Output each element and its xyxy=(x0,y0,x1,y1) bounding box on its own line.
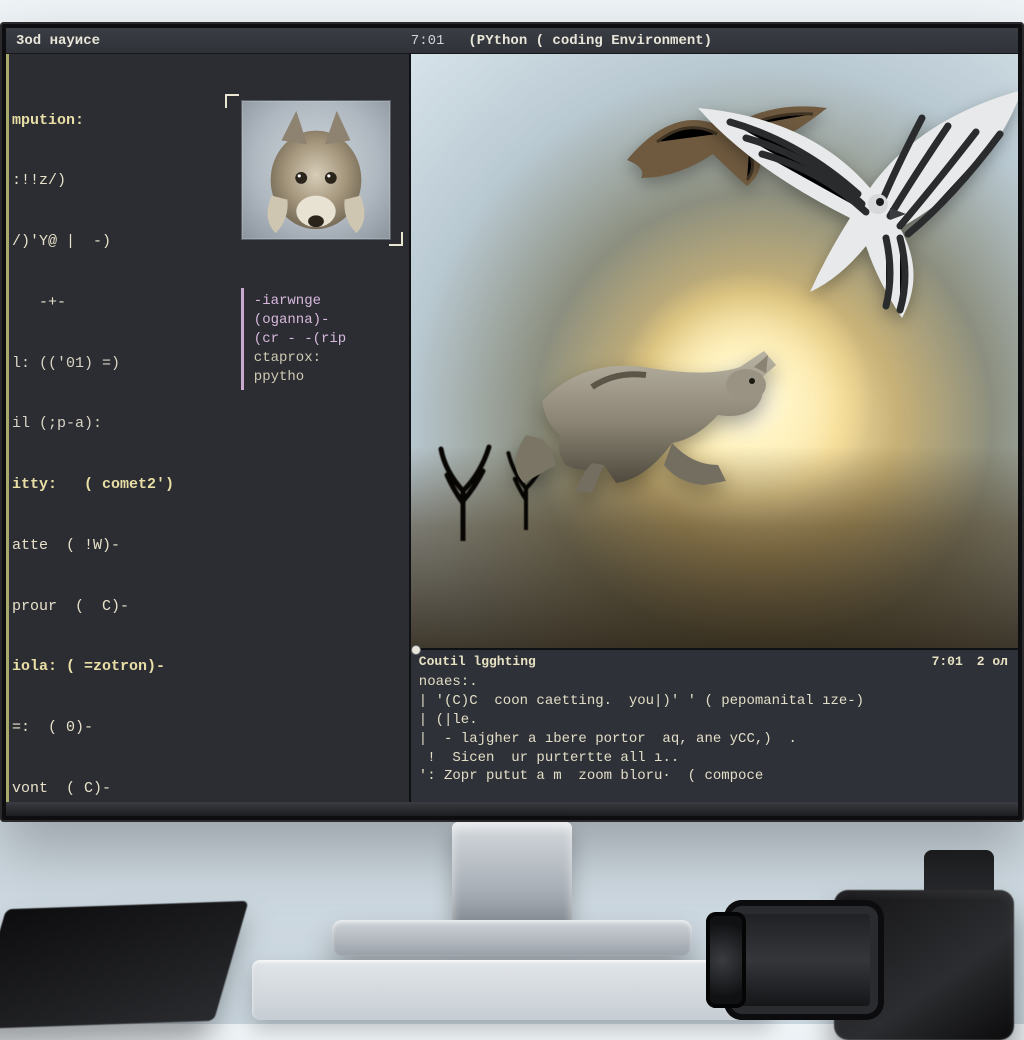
code-line: prour ( C)- xyxy=(12,597,397,617)
console-line: | - lajgher a ıbere portor aq, ane yCC,)… xyxy=(419,730,1008,749)
console-time-2: 2 oл xyxy=(977,654,1008,669)
camera-prop xyxy=(754,820,1024,1040)
wolf-running-icon xyxy=(496,315,796,505)
split-panes: mpution: :!!z/) /)'Y@ | -) -+- l: (('01)… xyxy=(6,54,1018,816)
thumb-bracket-icon xyxy=(389,232,403,246)
annotation-line: (oganna)- xyxy=(254,311,385,330)
console-line: noaes:. xyxy=(419,673,1008,692)
monitor-stand-neck xyxy=(452,822,572,932)
console-line: ! Sicen ur purtertte all ı.. xyxy=(419,749,1008,768)
code-line: atte ( !W)- xyxy=(12,536,397,556)
annotation-line: ppytho xyxy=(254,368,385,387)
console-line: ': Zopr putut a m zoom bloru· ( compoce xyxy=(419,767,1008,786)
console-line: | (|le. xyxy=(419,711,1008,730)
monitor-bezel: 3od науисе 7:01 (PYthon ( сoding Environ… xyxy=(0,22,1024,822)
wolf-thumbnail[interactable] xyxy=(241,100,391,240)
code-line: =: ( 0)- xyxy=(12,718,397,738)
console-line: | '(C)C coon caetting. you|)' ' ( pepoma… xyxy=(419,692,1008,711)
annotation-block: -iarwnge (oganna)- (cr - -(rip ctaprox: … xyxy=(241,288,391,390)
bezel-bottom xyxy=(6,802,1018,816)
console-title: Coutil lgghting xyxy=(419,654,536,669)
annotation-line: ctaprox: xyxy=(254,349,385,368)
titlebar-left-label: 3od науисе xyxy=(6,33,411,49)
console-time-1: 7:01 xyxy=(932,654,963,669)
output-console[interactable]: Coutil lgghting 7:01 2 oл noaes:. | '(C)… xyxy=(411,648,1018,816)
wolf-head-icon xyxy=(242,101,390,239)
code-line: vont ( C)- xyxy=(12,779,397,799)
preview-pane: Coutil lgghting 7:01 2 oл noaes:. | '(C)… xyxy=(411,54,1018,816)
thumb-bracket-icon xyxy=(225,94,239,108)
render-viewport[interactable] xyxy=(411,54,1018,648)
code-line: itty: ( comet2') xyxy=(12,475,397,495)
annotation-line: (cr - -(rip xyxy=(254,330,385,349)
camera-lens xyxy=(724,900,884,1020)
tree-silhouette-icon xyxy=(435,431,495,541)
titlebar-right-label: (PYthon ( сoding Environment) xyxy=(458,33,1018,49)
titlebar: 3od науисе 7:01 (PYthon ( сoding Environ… xyxy=(6,28,1018,54)
monitor-stand-base xyxy=(332,920,692,956)
laptop-prop xyxy=(0,901,249,1029)
editor-gutter xyxy=(6,54,9,816)
code-editor-pane[interactable]: mpution: :!!z/) /)'Y@ | -) -+- l: (('01)… xyxy=(6,54,411,816)
scene-root: 3od науисе 7:01 (PYthon ( сoding Environ… xyxy=(0,0,1024,1024)
screen: 3od науисе 7:01 (PYthon ( сoding Environ… xyxy=(6,28,1018,816)
annotation-line: -iarwnge xyxy=(254,292,385,311)
titlebar-left-clock: 7:01 xyxy=(411,33,459,49)
keyboard-prop xyxy=(252,960,772,1020)
striped-raptor-icon xyxy=(690,78,1018,338)
code-line: iola: ( =zotron)- xyxy=(12,657,397,677)
console-header: Coutil lgghting 7:01 2 oл xyxy=(419,654,1008,669)
code-line: il (;p-a): xyxy=(12,414,397,434)
pane-splitter-handle[interactable] xyxy=(411,645,421,655)
